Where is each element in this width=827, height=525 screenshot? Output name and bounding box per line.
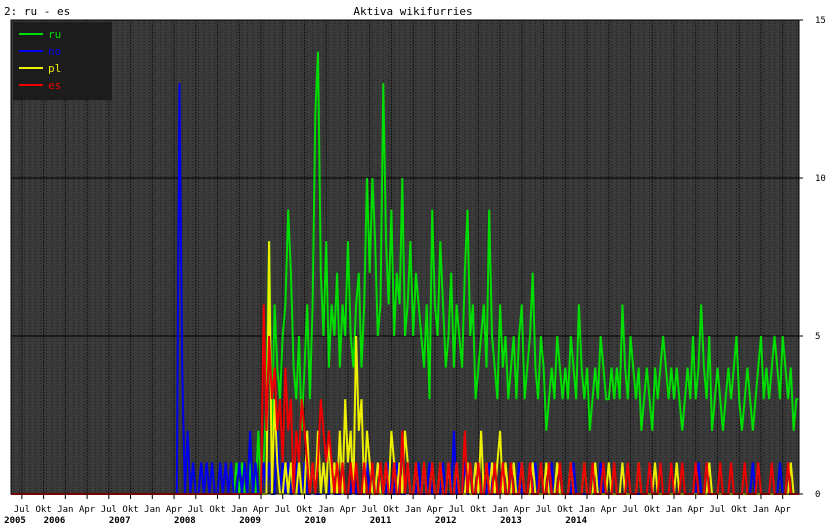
x-tick-label: Okt <box>644 505 660 515</box>
x-year-label: 2009 <box>239 516 261 525</box>
y-tick-label: 10 <box>815 174 826 184</box>
x-year-label: 2008 <box>174 516 196 525</box>
x-tick-label: Jan <box>666 505 682 515</box>
legend-label-pl: pl <box>48 62 61 75</box>
x-tick-label: Apr <box>79 505 96 515</box>
x-year-label: 2011 <box>370 516 392 525</box>
x-year-label: 2006 <box>44 516 66 525</box>
chart-title: Aktiva wikifurries <box>353 5 472 18</box>
x-tick-label: Jan <box>318 505 334 515</box>
x-tick-label: Jan <box>753 505 769 515</box>
x-tick-label: Jul <box>275 505 291 515</box>
legend-label-es: es <box>48 79 61 92</box>
x-tick-label: Jul <box>101 505 117 515</box>
x-tick-label: Apr <box>340 505 357 515</box>
x-tick-label: Apr <box>514 505 531 515</box>
x-year-label: 2014 <box>565 516 587 525</box>
legend-label-no: no <box>48 45 61 58</box>
x-tick-label: Okt <box>383 505 399 515</box>
x-tick-label: Okt <box>209 505 225 515</box>
activity-chart: 2: ru - es Aktiva wikifurries 0 5 10 15 Jul… <box>0 0 827 525</box>
x-year-label: 2012 <box>435 516 457 525</box>
x-tick-label: Jul <box>14 505 30 515</box>
x-tick-label: Apr <box>775 505 792 515</box>
x-tick-label: Apr <box>166 505 183 515</box>
y-tick-label: 15 <box>815 16 826 26</box>
x-tick-label: Apr <box>688 505 705 515</box>
x-tick-label: Jan <box>579 505 595 515</box>
x-tick-label: Jul <box>535 505 551 515</box>
x-tick-label: Jul <box>448 505 464 515</box>
x-tick-label: Okt <box>731 505 747 515</box>
x-tick-label: Okt <box>470 505 486 515</box>
x-tick-label: Okt <box>557 505 573 515</box>
x-tick-label: Jan <box>405 505 421 515</box>
x-year-label: 2005 <box>4 516 26 525</box>
x-tick-label: Jan <box>144 505 160 515</box>
legend-label-ru: ru <box>48 28 61 41</box>
x-tick-label: Jan <box>231 505 247 515</box>
x-tick-label: Jul <box>709 505 725 515</box>
x-tick-label: Jan <box>492 505 508 515</box>
x-tick-label: Apr <box>601 505 618 515</box>
legend: ru no pl es <box>13 22 112 100</box>
y-tick-label: 5 <box>815 332 820 342</box>
x-tick-label: Jul <box>188 505 204 515</box>
chart-header-label: 2: ru - es <box>4 5 70 18</box>
x-tick-label: Okt <box>122 505 138 515</box>
x-year-label: 2010 <box>304 516 326 525</box>
x-tick-label: Jan <box>57 505 73 515</box>
x-tick-label: Okt <box>296 505 312 515</box>
x-year-label: 2007 <box>109 516 131 525</box>
x-tick-label: Apr <box>427 505 444 515</box>
x-tick-label: Jul <box>622 505 638 515</box>
x-tick-label: Jul <box>362 505 378 515</box>
y-tick-label: 0 <box>815 490 820 500</box>
x-tick-label: Apr <box>253 505 270 515</box>
x-year-label: 2013 <box>500 516 522 525</box>
x-tick-label: Okt <box>35 505 51 515</box>
